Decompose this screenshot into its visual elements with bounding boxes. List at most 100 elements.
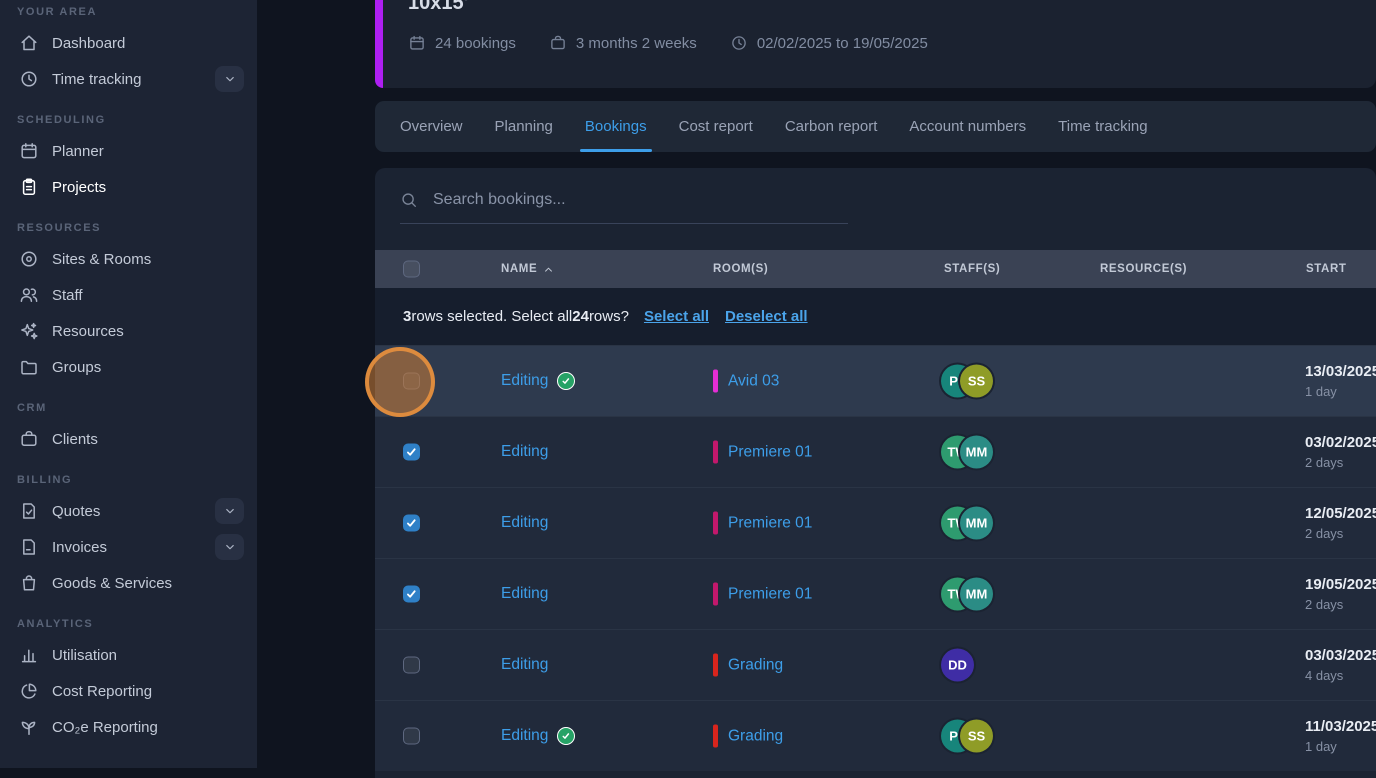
duration: 2 days bbox=[1305, 597, 1376, 612]
tab-cost-report[interactable]: Cost report bbox=[663, 101, 769, 152]
duration: 2 days bbox=[1305, 526, 1376, 541]
staff-avatar: SS bbox=[960, 365, 993, 398]
check-icon bbox=[405, 516, 418, 529]
sidebar-item-label: Resources bbox=[52, 323, 124, 340]
table-row: Editing Avid 03 PLSS 13/03/2025 1 day bbox=[375, 345, 1376, 416]
clock-icon bbox=[19, 69, 39, 89]
row-checkbox[interactable] bbox=[403, 444, 420, 461]
booking-name-link[interactable]: Editing bbox=[501, 656, 548, 674]
calendar-icon bbox=[19, 141, 39, 161]
sidebar-item-projects[interactable]: Projects bbox=[0, 169, 257, 205]
sidebar-item-goods-services[interactable]: Goods & Services bbox=[0, 565, 257, 601]
row-checkbox[interactable] bbox=[403, 586, 420, 603]
sidebar-item-planner[interactable]: Planner bbox=[0, 133, 257, 169]
booking-name-link[interactable]: Editing bbox=[501, 372, 548, 390]
deselect-all-link[interactable]: Deselect all bbox=[725, 308, 808, 325]
briefcase-icon bbox=[19, 429, 39, 449]
sidebar-item-resources[interactable]: Resources bbox=[0, 313, 257, 349]
select-all-checkbox[interactable] bbox=[403, 261, 420, 278]
sort-ascending-icon bbox=[542, 263, 555, 276]
sidebar-item-label: Quotes bbox=[52, 503, 100, 520]
project-meta-item: 24 bookings bbox=[408, 34, 516, 52]
sidebar-item-groups[interactable]: Groups bbox=[0, 349, 257, 385]
booking-name-link[interactable]: Editing bbox=[501, 727, 548, 745]
search-input[interactable] bbox=[431, 190, 848, 210]
sidebar-item-expand-button[interactable] bbox=[215, 534, 244, 560]
sidebar-item-sites-rooms[interactable]: Sites & Rooms bbox=[0, 241, 257, 277]
start-date: 03/02/2025 bbox=[1305, 434, 1376, 451]
room-link[interactable]: Grading bbox=[728, 727, 783, 745]
row-checkbox[interactable] bbox=[403, 728, 420, 745]
sidebar-section-label: ANALYTICS bbox=[17, 618, 257, 632]
sidebar: YOUR AREA Dashboard Time tracking SCHEDU… bbox=[0, 0, 257, 768]
sidebar-item-quotes[interactable]: Quotes bbox=[0, 493, 257, 529]
booking-room-cell: Premiere 01 bbox=[713, 441, 812, 464]
confirmed-check-icon bbox=[557, 372, 575, 390]
search-row bbox=[375, 168, 1376, 250]
sidebar-item-clients[interactable]: Clients bbox=[0, 421, 257, 457]
sidebar-item-time-tracking[interactable]: Time tracking bbox=[0, 61, 257, 97]
sidebar-section-label: CRM bbox=[17, 402, 257, 416]
table-row: Editing Grading PLSS 11/03/2025 1 day bbox=[375, 700, 1376, 771]
search-box[interactable] bbox=[400, 190, 848, 224]
booking-staff-cell: TWMM bbox=[941, 578, 993, 611]
duration: 2 days bbox=[1305, 455, 1376, 470]
sidebar-item-invoices[interactable]: Invoices bbox=[0, 529, 257, 565]
tab-carbon-report[interactable]: Carbon report bbox=[769, 101, 894, 152]
sidebar-item-label: Invoices bbox=[52, 539, 107, 556]
row-checkbox[interactable] bbox=[403, 657, 420, 674]
doc-lines-icon bbox=[19, 537, 39, 557]
tab-planning[interactable]: Planning bbox=[479, 101, 569, 152]
project-accent-bar bbox=[375, 0, 383, 88]
tab-account-numbers[interactable]: Account numbers bbox=[893, 101, 1042, 152]
select-all-link[interactable]: Select all bbox=[644, 308, 709, 325]
room-link[interactable]: Avid 03 bbox=[728, 372, 779, 390]
row-checkbox[interactable] bbox=[403, 515, 420, 532]
sidebar-item-expand-button[interactable] bbox=[215, 66, 244, 92]
room-link[interactable]: Grading bbox=[728, 656, 783, 674]
sidebar-item-co-e-reporting[interactable]: CO₂e Reporting bbox=[0, 709, 257, 745]
tab-bookings[interactable]: Bookings bbox=[569, 101, 663, 152]
sidebar-item-label: Time tracking bbox=[52, 71, 141, 88]
project-meta-item: 3 months 2 weeks bbox=[549, 34, 697, 52]
start-date: 03/03/2025 bbox=[1305, 647, 1376, 664]
sidebar-item-staff[interactable]: Staff bbox=[0, 277, 257, 313]
booking-start-cell: 03/02/2025 2 days bbox=[1305, 434, 1376, 470]
column-header-resource-s[interactable]: RESOURCE(S) bbox=[1100, 263, 1187, 275]
sidebar-item-cost-reporting[interactable]: Cost Reporting bbox=[0, 673, 257, 709]
clipboard-icon bbox=[19, 177, 39, 197]
column-header-start[interactable]: START bbox=[1306, 263, 1346, 275]
room-color-bar bbox=[713, 370, 718, 393]
booking-staff-cell: TWMM bbox=[941, 436, 993, 469]
pie-chart-icon bbox=[19, 681, 39, 701]
column-header-room-s[interactable]: ROOM(S) bbox=[713, 263, 768, 275]
room-link[interactable]: Premiere 01 bbox=[728, 585, 812, 603]
booking-staff-cell: TWMM bbox=[941, 507, 993, 540]
tab-time-tracking[interactable]: Time tracking bbox=[1042, 101, 1163, 152]
room-link[interactable]: Premiere 01 bbox=[728, 514, 812, 532]
sidebar-item-label: Cost Reporting bbox=[52, 683, 152, 700]
sidebar-item-utilisation[interactable]: Utilisation bbox=[0, 637, 257, 673]
column-header-name[interactable]: NAME bbox=[501, 263, 555, 276]
room-link[interactable]: Premiere 01 bbox=[728, 443, 812, 461]
table-row: Editing Premiere 01 TWMM 12/05/2025 2 da… bbox=[375, 487, 1376, 558]
booking-name-link[interactable]: Editing bbox=[501, 585, 548, 603]
sidebar-item-label: Staff bbox=[52, 287, 83, 304]
booking-room-cell: Grading bbox=[713, 725, 783, 748]
check-icon bbox=[405, 587, 418, 600]
booking-name-link[interactable]: Editing bbox=[501, 514, 548, 532]
sidebar-item-label: Projects bbox=[52, 179, 106, 196]
selected-count: 3 bbox=[403, 308, 411, 325]
row-checkbox[interactable] bbox=[403, 373, 420, 390]
sidebar-item-dashboard[interactable]: Dashboard bbox=[0, 25, 257, 61]
calendar-icon bbox=[408, 34, 426, 52]
table-row: Editing Grading DD 03/03/2025 4 days bbox=[375, 629, 1376, 700]
column-header-staff-s[interactable]: STAFF(S) bbox=[944, 263, 1000, 275]
booking-name-link[interactable]: Editing bbox=[501, 443, 548, 461]
tab-overview[interactable]: Overview bbox=[384, 101, 479, 152]
table-row: Editing Premiere 01 TWMM 03/02/2025 2 da… bbox=[375, 416, 1376, 487]
sidebar-section-label: BILLING bbox=[17, 474, 257, 488]
room-color-bar bbox=[713, 654, 718, 677]
start-date: 13/03/2025 bbox=[1305, 363, 1376, 380]
sidebar-item-expand-button[interactable] bbox=[215, 498, 244, 524]
